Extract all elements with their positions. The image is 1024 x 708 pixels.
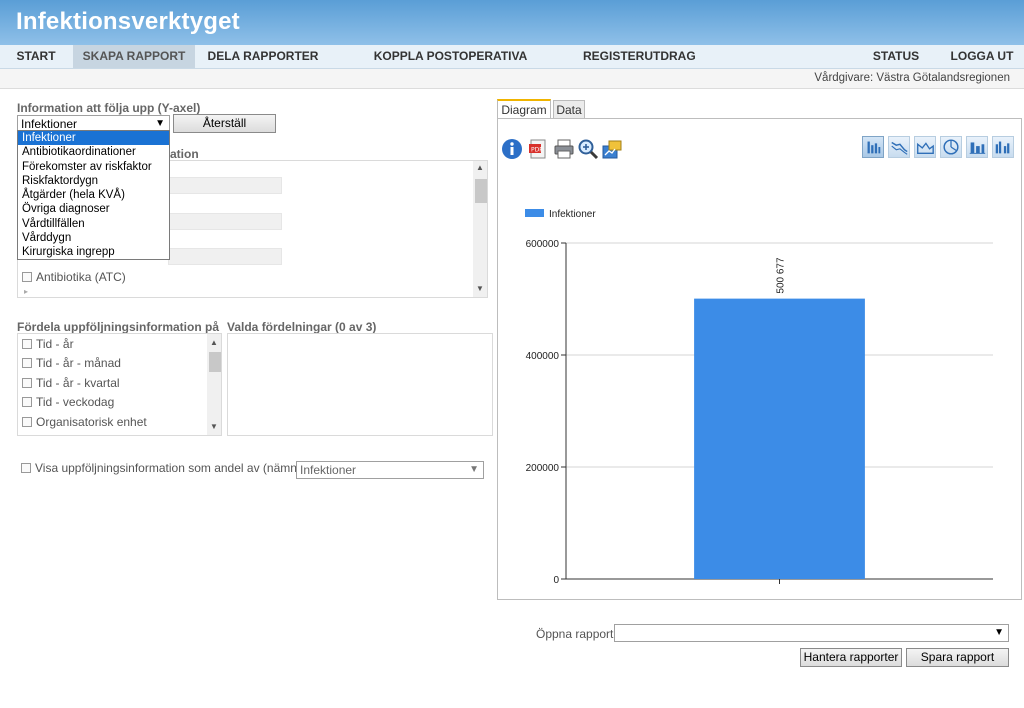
area-chart-type-icon[interactable] [914, 136, 936, 158]
nav-registerutdrag[interactable]: REGISTERUTDRAG [583, 45, 696, 68]
main-nav: START SKAPA RAPPORT DELA RAPPORTER KOPPL… [0, 45, 1024, 86]
chevron-down-icon: ▼ [469, 464, 479, 475]
data-label: 500 677 [776, 257, 787, 294]
stacked-bar-type-icon[interactable] [966, 136, 988, 158]
dropdown-option[interactable]: Infektioner [18, 131, 169, 146]
checkbox[interactable] [22, 358, 32, 368]
checkbox[interactable] [22, 272, 32, 282]
dropdown-option[interactable]: Antibiotikaordinationer [18, 145, 169, 159]
legend-swatch [525, 209, 544, 217]
distribute-item-label: Tid - år - månad [36, 356, 121, 370]
checkbox[interactable] [22, 378, 32, 388]
checkbox[interactable] [22, 417, 32, 427]
distribute-item[interactable]: Organisatorisk enhet [22, 413, 147, 431]
nav-start[interactable]: START [10, 45, 62, 68]
chevron-down-icon: ▼ [994, 627, 1004, 638]
nav-skapa-rapport[interactable]: SKAPA RAPPORT [73, 45, 195, 68]
share-select[interactable]: Infektioner ▼ [296, 461, 484, 479]
save-report-button[interactable]: Spara rapport [906, 648, 1009, 667]
distribute-item[interactable]: Tid - år - kvartal [22, 374, 120, 392]
line-chart-type-icon[interactable] [888, 136, 910, 158]
y-tick-label: 0 [553, 575, 559, 586]
nav-dela-rapporter[interactable]: DELA RAPPORTER [207, 45, 319, 68]
tab-diagram[interactable]: Diagram [497, 99, 551, 119]
nav-status[interactable]: STATUS [866, 45, 926, 68]
caregiver-bar: Vårdgivare: Västra Götalandsregionen [0, 69, 1024, 89]
bar-chart-type-icon[interactable] [862, 136, 884, 158]
y-tick-label: 400000 [526, 351, 560, 362]
selected-distributions-box[interactable] [227, 333, 493, 436]
filter-scrollbar[interactable]: ▲ ▼ [473, 161, 487, 297]
caregiver-label: Vårdgivare: Västra Götalandsregionen [814, 72, 1010, 84]
share-label: Visa uppföljningsinformation som andel a… [35, 461, 319, 475]
scroll-left-icon[interactable]: ▸ [24, 287, 28, 296]
share-checkbox-row[interactable]: Visa uppföljningsinformation som andel a… [21, 459, 318, 477]
bar-chart: 0 200000 400000 600000 500 677 Infektioner [525, 209, 993, 586]
yaxis-select-value: Infektioner [21, 117, 78, 131]
scroll-up-icon[interactable]: ▲ [210, 338, 218, 347]
scroll-up-icon[interactable]: ▲ [476, 163, 484, 172]
dropdown-option[interactable]: Riskfaktordygn [18, 174, 169, 188]
checkbox[interactable] [22, 397, 32, 407]
dropdown-option[interactable]: Vårdtillfällen [18, 217, 169, 231]
scroll-down-icon[interactable]: ▼ [210, 422, 218, 431]
selected-distributions-label: Valda fördelningar (0 av 3) [227, 320, 377, 334]
filter-item-label: Antibiotika (ATC) [36, 270, 126, 284]
checkbox[interactable] [21, 463, 31, 473]
distribute-listbox[interactable]: Tid - år Tid - år - månad Tid - år - kva… [17, 333, 222, 436]
pie-chart-type-icon[interactable] [940, 136, 962, 158]
print-icon[interactable] [553, 138, 575, 160]
app-title: Infektionsverktyget [16, 8, 240, 35]
scroll-thumb[interactable] [209, 352, 221, 372]
export-pdf-icon[interactable]: PDF [528, 138, 550, 160]
reset-button[interactable]: Återställ [173, 114, 276, 133]
svg-text:PDF: PDF [531, 147, 543, 154]
filter-field-3[interactable] [168, 248, 282, 265]
manage-reports-button[interactable]: Hantera rapporter [800, 648, 902, 667]
checkbox[interactable] [22, 339, 32, 349]
dropdown-option[interactable]: Förekomster av riskfaktor [18, 160, 169, 174]
zoom-icon[interactable] [577, 138, 599, 160]
y-tick-label: 600000 [526, 239, 560, 250]
distribute-item-label: Tid - veckodag [36, 395, 115, 409]
dropdown-option[interactable]: Åtgärder (hela KVÅ) [18, 188, 169, 202]
dropdown-option[interactable]: Kirurgiska ingrepp [18, 245, 169, 259]
distribute-item-label: Tid - år - kvartal [36, 376, 120, 390]
bar-infektioner [694, 298, 865, 579]
tab-data[interactable]: Data [553, 100, 585, 119]
distribute-item[interactable]: Tid - år [22, 335, 74, 353]
open-report-select[interactable]: ▼ [614, 624, 1009, 642]
yaxis-dropdown-list[interactable]: Infektioner Antibiotikaordinationer Före… [17, 130, 170, 260]
legend-label: Infektioner [549, 209, 596, 220]
filter-field-1[interactable] [168, 177, 282, 194]
yaxis-label: Information att följa upp (Y-axel) [17, 101, 201, 115]
nav-logout[interactable]: LOGGA UT [946, 45, 1018, 68]
dropdown-option[interactable]: Övriga diagnoser [18, 202, 169, 216]
scroll-thumb[interactable] [475, 179, 487, 203]
app-header: Infektionsverktyget [0, 0, 1024, 45]
filter-item-antibiotika[interactable]: Antibiotika (ATC) [22, 268, 126, 286]
open-report-label: Öppna rapport [536, 627, 614, 641]
distribute-item[interactable]: Tid - veckodag [22, 393, 114, 411]
dropdown-option[interactable]: Vårddygn [18, 231, 169, 245]
filter-label-fragment: ation [170, 147, 199, 161]
app-root: Infektionsverktyget START SKAPA RAPPORT … [0, 0, 1024, 708]
distribute-item[interactable]: Tid - år - månad [22, 354, 121, 372]
distribute-label: Fördela uppföljningsinformation på [17, 320, 219, 334]
info-icon[interactable] [501, 138, 523, 160]
y-tick-label: 200000 [526, 463, 560, 474]
settings-icon[interactable] [601, 138, 623, 160]
share-select-value: Infektioner [300, 463, 357, 477]
scroll-down-icon[interactable]: ▼ [476, 284, 484, 293]
nav-koppla-postoperativa[interactable]: KOPPLA POSTOPERATIVA INFEKTIONER [338, 45, 563, 86]
filter-field-2[interactable] [168, 213, 282, 230]
grouped-bar-type-icon[interactable] [992, 136, 1014, 158]
distribute-item-label: Organisatorisk enhet [36, 415, 147, 429]
distribute-scrollbar[interactable]: ▲ ▼ [207, 334, 221, 435]
distribute-item-label: Tid - år [36, 337, 74, 351]
